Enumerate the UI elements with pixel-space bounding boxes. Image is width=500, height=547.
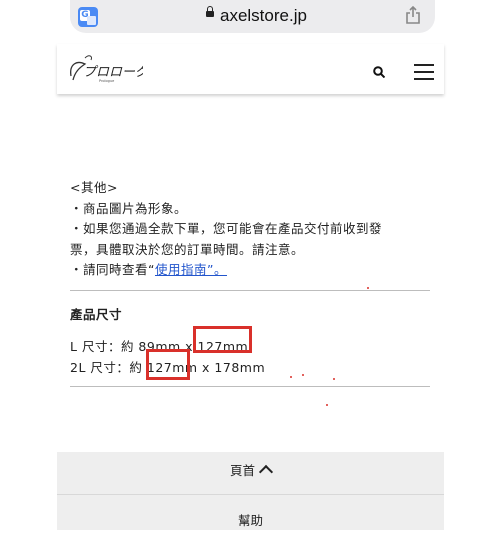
notes-line: ・如果您通過全款下單，您可能會在產品交付前收到發 [70,221,383,236]
help-button[interactable]: 幫助 [57,495,444,530]
share-icon[interactable] [405,6,421,24]
back-to-top-label: 頁首 [229,463,255,478]
divider [70,290,430,291]
size-title: 產品尺寸 [70,307,123,322]
notes-line: 票，具體取決於您的訂單時間。請注意。 [70,241,305,257]
red-dot [290,376,292,378]
back-to-top-button[interactable]: 頁首 [57,452,444,494]
notes-line: ・請同時查看“使用指南”。 [70,260,435,281]
notes-line: ・商品圖片為形象。 [70,200,188,216]
red-dot [326,404,328,406]
highlight-box [146,349,190,380]
help-label: 幫助 [237,513,263,528]
lock-icon [206,6,214,17]
notes-heading: <其他> [70,180,118,195]
divider [70,386,430,387]
translate-icon[interactable]: G [78,7,98,27]
user-guide-link[interactable]: 使用指南 [155,262,207,277]
highlight-box [193,326,252,353]
svg-text:プロローグ: プロローグ [83,65,143,80]
search-icon[interactable] [373,66,385,78]
browser-bar: G axelstore.jp [0,0,500,44]
notes-line-prefix: ・請同時查看“ [70,262,155,277]
url-text[interactable]: axelstore.jp [220,6,307,26]
notes-line-suffix: ”。 [207,262,227,277]
address-bar[interactable]: G axelstore.jp [70,0,435,33]
site-logo[interactable]: プロローグ Prologue [63,50,143,86]
red-dot [302,374,304,376]
red-dot [367,287,369,289]
svg-text:Prologue: Prologue [99,79,114,83]
site-header: プロローグ Prologue [57,44,444,94]
red-dot [333,378,335,380]
hamburger-menu-icon[interactable] [414,64,434,80]
notes-section: <其他> ・商品圖片為形象。 ・如果您通過全款下單，您可能會在產品交付前收到發 … [70,178,435,281]
chevron-up-icon [258,464,274,480]
